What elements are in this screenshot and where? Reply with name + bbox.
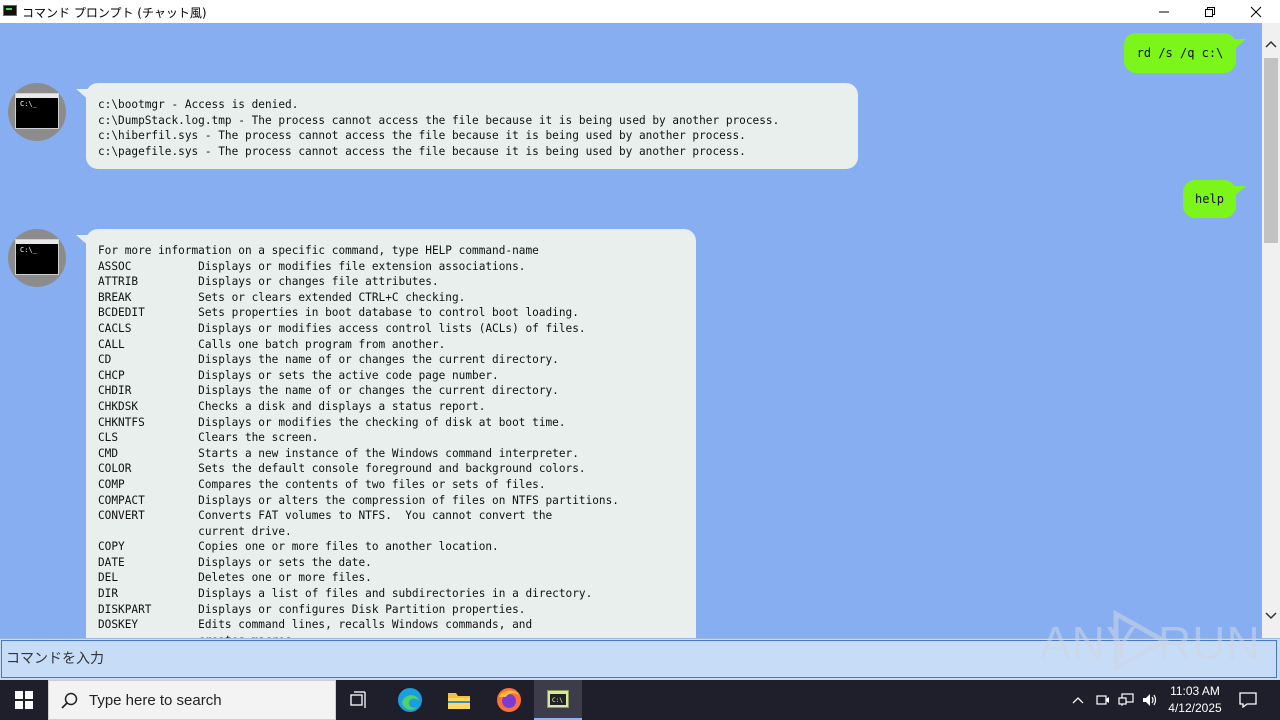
meet-now-button[interactable] xyxy=(1093,680,1113,720)
user-message-text: rd /s /q c:\ xyxy=(1136,46,1224,60)
svg-text:C:\: C:\ xyxy=(552,697,563,704)
clock-time: 11:03 AM xyxy=(1170,684,1220,698)
chat-cmd-app-button[interactable]: C:\ xyxy=(534,680,582,720)
scroll-down-button[interactable] xyxy=(1262,607,1280,625)
bot-avatar: C:\_ xyxy=(8,229,66,287)
restore-icon xyxy=(1205,6,1215,17)
close-icon xyxy=(1250,6,1262,17)
notification-button[interactable] xyxy=(1234,680,1262,720)
clock-date: 4/12/2025 xyxy=(1168,701,1222,715)
task-view-icon xyxy=(350,691,366,708)
search-icon xyxy=(61,692,78,709)
scroll-up-button[interactable] xyxy=(1262,35,1280,53)
task-view-button[interactable] xyxy=(336,680,384,720)
taskbar: Type here to search C:\ 11:03 AM 4/12/20… xyxy=(0,680,1280,720)
meet-now-icon xyxy=(1096,695,1109,705)
bot-message-text: c:\bootmgr - Access is denied. c:\DumpSt… xyxy=(98,98,780,158)
minimize-icon xyxy=(1159,11,1169,12)
close-button[interactable] xyxy=(1233,0,1279,23)
title-bar: コマンド プロンプト (チャット風) xyxy=(0,0,1280,23)
restore-button[interactable] xyxy=(1187,0,1233,23)
bot-message: For more information on a specific comma… xyxy=(76,229,696,638)
notification-icon xyxy=(1239,692,1257,708)
file-explorer-icon xyxy=(448,693,470,709)
anyrun-watermark: ANY RUN xyxy=(1040,610,1260,672)
chat-area[interactable]: rd /s /q c:\ C:\_ c:\bootmgr - Access is… xyxy=(0,23,1262,638)
chat-cmd-app-icon: C:\ xyxy=(547,690,569,708)
bot-avatar: C:\_ xyxy=(8,83,66,141)
console-icon: C:\_ xyxy=(15,239,59,275)
show-hidden-icons-button[interactable] xyxy=(1068,680,1088,720)
volume-button[interactable] xyxy=(1140,680,1160,720)
search-placeholder: Type here to search xyxy=(89,692,222,709)
taskbar-clock[interactable]: 11:03 AM 4/12/2025 xyxy=(1160,683,1230,717)
console-icon: C:\_ xyxy=(15,93,59,129)
user-message-text: help xyxy=(1195,192,1224,206)
file-explorer-button[interactable] xyxy=(435,680,483,720)
user-message: help xyxy=(1183,180,1246,218)
edge-icon xyxy=(398,688,422,712)
network-icon xyxy=(1118,693,1134,706)
minimize-button[interactable] xyxy=(1141,0,1187,23)
chat-scrollbar[interactable] xyxy=(1262,23,1280,638)
user-message: rd /s /q c:\ xyxy=(1124,33,1246,73)
taskbar-search-box[interactable]: Type here to search xyxy=(48,680,336,720)
window-title: コマンド プロンプト (チャット風) xyxy=(22,6,207,20)
windows-start-icon xyxy=(15,691,33,709)
chevron-down-icon xyxy=(1265,612,1277,620)
volume-icon xyxy=(1143,694,1157,706)
bot-message: c:\bootmgr - Access is denied. c:\DumpSt… xyxy=(76,83,858,169)
start-button[interactable] xyxy=(0,680,48,720)
network-button[interactable] xyxy=(1116,680,1136,720)
chevron-up-icon xyxy=(1265,40,1277,48)
app-icon xyxy=(3,5,17,16)
firefox-icon xyxy=(497,688,521,712)
bot-message-text: For more information on a specific comma… xyxy=(98,244,619,638)
chevron-up-icon xyxy=(1072,697,1084,704)
scroll-thumb[interactable] xyxy=(1264,58,1278,243)
firefox-button[interactable] xyxy=(485,680,533,720)
edge-button[interactable] xyxy=(386,680,434,720)
